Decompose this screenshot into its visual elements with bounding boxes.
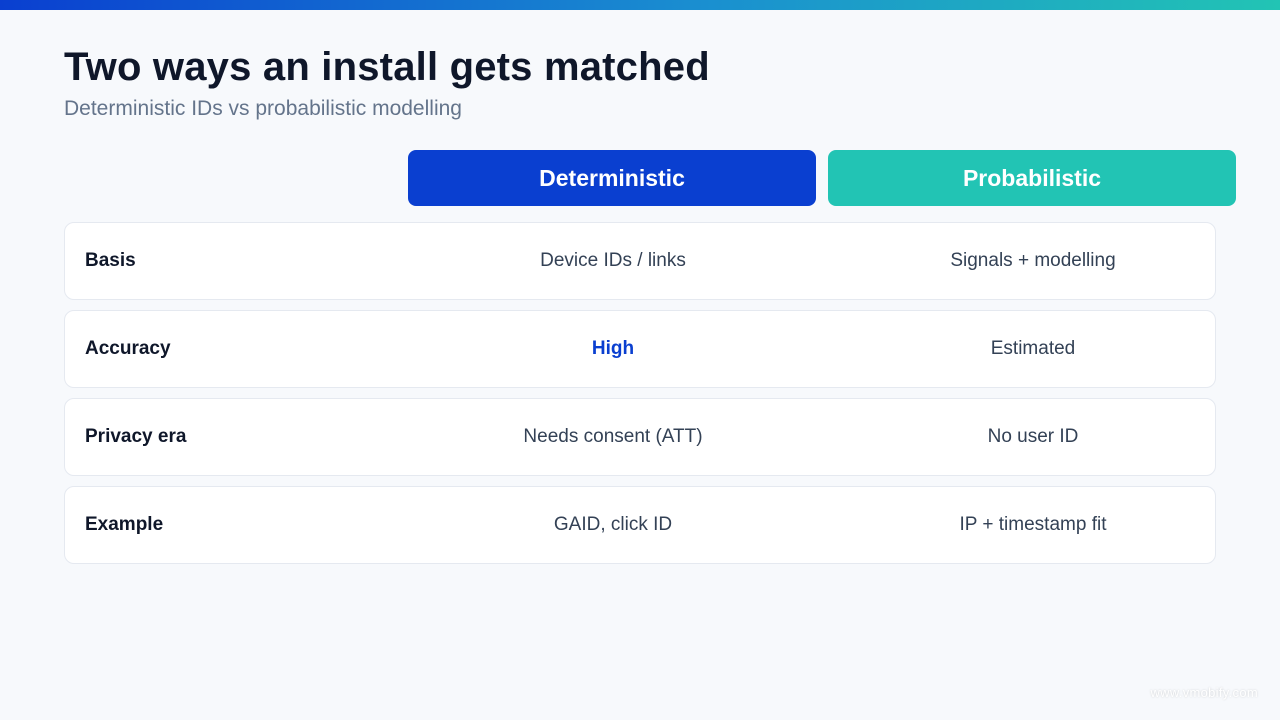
slide-title: Two ways an install gets matched bbox=[64, 45, 710, 89]
top-accent-bar bbox=[0, 0, 1280, 10]
cell-probabilistic: Signals + modelling bbox=[950, 250, 1116, 271]
column-header-probabilistic: Probabilistic bbox=[828, 150, 1236, 206]
cell-deterministic: High bbox=[591, 338, 635, 359]
table-row-accuracy: Accuracy High Estimated bbox=[64, 310, 1216, 388]
table-row-privacy-era: Privacy era Needs consent (ATT) No user … bbox=[64, 398, 1216, 476]
row-label: Privacy era bbox=[85, 426, 187, 447]
cell-deterministic: Device IDs / links bbox=[540, 250, 686, 271]
watermark: www.vmobify.com bbox=[1150, 685, 1258, 700]
cell-probabilistic: IP + timestamp fit bbox=[959, 514, 1107, 535]
row-label: Example bbox=[85, 514, 164, 535]
row-label: Accuracy bbox=[85, 338, 171, 359]
table-row-basis: Basis Device IDs / links Signals + model… bbox=[64, 222, 1216, 300]
table-row-example: Example GAID, click ID IP + timestamp fi… bbox=[64, 486, 1216, 564]
slide-subtitle: Deterministic IDs vs probabilistic model… bbox=[64, 97, 462, 120]
column-header-deterministic: Deterministic bbox=[408, 150, 816, 206]
cell-deterministic: GAID, click ID bbox=[553, 514, 673, 535]
row-label: Basis bbox=[85, 250, 136, 271]
cell-probabilistic: No user ID bbox=[987, 426, 1079, 447]
cell-deterministic: Needs consent (ATT) bbox=[523, 426, 703, 447]
cell-probabilistic: Estimated bbox=[990, 338, 1076, 359]
